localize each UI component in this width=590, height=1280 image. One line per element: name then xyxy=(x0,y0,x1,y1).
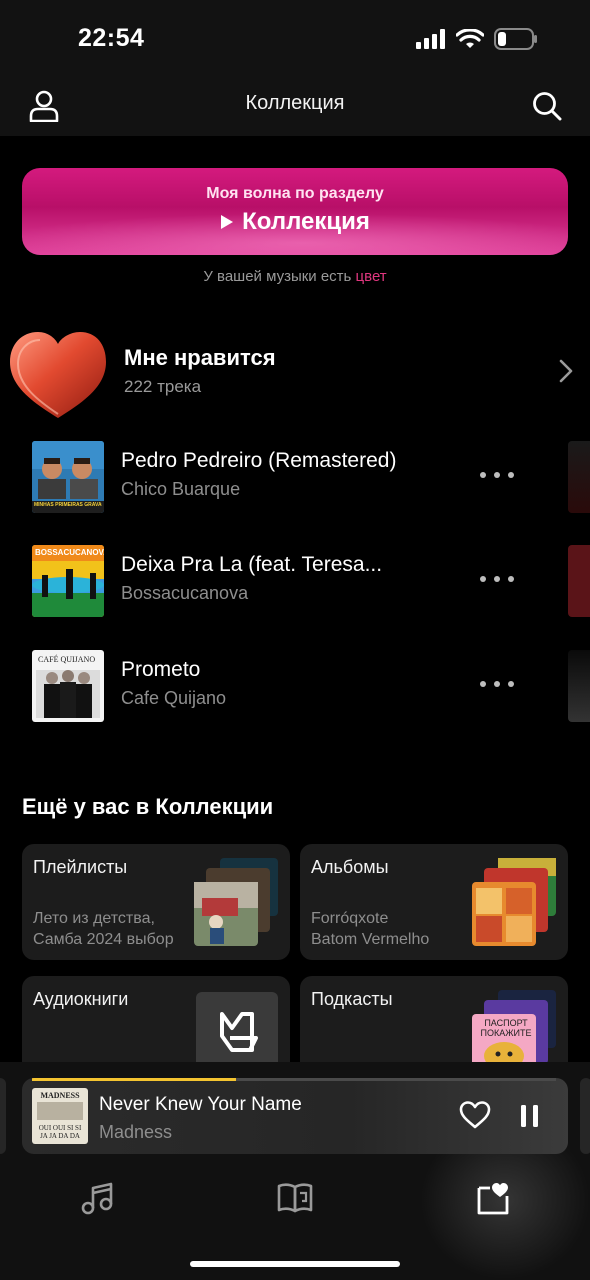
player-cover-text-2: OUI OUI SI SI JA JA DA DA xyxy=(38,1124,82,1140)
card-title: Плейлисты xyxy=(33,857,128,877)
pause-icon xyxy=(521,1105,538,1127)
track-row[interactable]: MINHAS PRIMEIRAS GRAVAÇÕES Pedro Pedreir… xyxy=(0,441,590,531)
previous-track-peek xyxy=(0,1078,6,1154)
track-more-button[interactable] xyxy=(480,465,514,485)
player-track-artist: Madness xyxy=(99,1122,173,1142)
more-dot xyxy=(494,472,500,478)
more-horizontal-icon xyxy=(480,681,486,687)
more-horizontal-icon xyxy=(480,472,486,478)
card-title: Подкасты xyxy=(311,989,393,1009)
track-artist: Bossacucanova xyxy=(121,583,249,603)
track-title: Deixa Pra La (feat. Teresa... xyxy=(121,553,383,576)
track-title: Pedro Pedreiro (Remastered) xyxy=(121,449,397,472)
heart-cover-art xyxy=(10,332,106,418)
heart-icon xyxy=(459,1101,491,1129)
cover-text: CAFÉ QUIJANO xyxy=(38,655,96,664)
hint-text: У вашей музыки есть xyxy=(203,268,352,285)
page-title: Коллекция xyxy=(245,92,345,114)
track-cover: CAFÉ QUIJANO xyxy=(32,650,104,722)
next-page-peek xyxy=(568,441,590,513)
next-track-peek xyxy=(580,1078,590,1154)
next-page-peek xyxy=(568,650,590,722)
signal-icon xyxy=(416,29,445,49)
cover-text: BOSSACUCANOVA xyxy=(35,548,104,557)
more-dot xyxy=(508,681,514,687)
track-title: Prometo xyxy=(121,658,201,681)
mini-player[interactable]: MADNESS OUI OUI SI SI JA JA DA DA Never … xyxy=(22,1078,568,1154)
playlists-cover-stack xyxy=(194,858,278,946)
wifi-icon xyxy=(456,28,484,48)
pause-button[interactable] xyxy=(516,1102,544,1130)
track-artist: Chico Buarque xyxy=(121,479,241,499)
track-row[interactable]: CAFÉ QUIJANO Prometo Cafe Quijano xyxy=(0,650,590,740)
more-dot xyxy=(494,681,500,687)
track-artist: Cafe Quijano xyxy=(121,688,227,708)
liked-tracks-row[interactable]: Мне нравится 222 трека xyxy=(0,320,590,420)
progress-fill xyxy=(32,1078,237,1081)
player-cover: MADNESS OUI OUI SI SI JA JA DA DA xyxy=(32,1088,88,1144)
home-indicator xyxy=(190,1261,400,1267)
track-more-button[interactable] xyxy=(480,674,514,694)
tab-collection[interactable] xyxy=(472,1176,516,1220)
more-horizontal-icon xyxy=(480,576,486,582)
music-note-icon xyxy=(81,1182,113,1215)
more-dot xyxy=(508,472,514,478)
status-bar: 22:54 xyxy=(0,0,590,80)
player-cover-photo xyxy=(37,1102,83,1120)
player-track-title: Never Knew Your Name xyxy=(99,1094,302,1115)
section-title: Ещё у вас в Коллекции xyxy=(22,794,274,819)
collection-heart-icon xyxy=(477,1183,509,1215)
search-button[interactable] xyxy=(527,86,567,126)
track-row[interactable]: BOSSACUCANOVA Deixa Pra La (feat. Teresa… xyxy=(0,545,590,635)
track-more-button[interactable] xyxy=(480,569,514,589)
wave-title: Коллекция xyxy=(242,208,370,235)
more-dot xyxy=(508,576,514,582)
playback-progress[interactable] xyxy=(32,1078,556,1081)
battery-icon xyxy=(494,28,537,50)
wave-title-row: Коллекция xyxy=(22,208,568,236)
liked-title: Мне нравится xyxy=(124,345,276,370)
music-color-hint: У вашей музыки есть цвет xyxy=(0,268,590,285)
chevron-right-icon xyxy=(559,359,573,383)
card-title: Альбомы xyxy=(311,857,389,877)
playlists-card[interactable]: Плейлисты Лето из детства, Самба 2024 вы… xyxy=(22,844,290,960)
podcast-cover-text: ПАСПОРТ ПОКАЖИТЕ xyxy=(480,1018,532,1038)
tab-music[interactable] xyxy=(74,1176,118,1220)
more-dot xyxy=(494,576,500,582)
hint-accent-link[interactable]: цвет xyxy=(356,268,387,285)
book-icon xyxy=(277,1183,313,1213)
card-title: Аудиокниги xyxy=(33,989,129,1009)
cover-text: MINHAS PRIMEIRAS GRAVAÇÕES xyxy=(34,502,102,508)
top-header: Коллекция xyxy=(0,80,590,136)
status-icons xyxy=(416,28,538,50)
track-cover: BOSSACUCANOVA xyxy=(32,545,104,617)
next-page-peek xyxy=(568,545,590,617)
albums-cover-stack xyxy=(472,858,556,946)
play-icon xyxy=(221,215,234,229)
tab-books[interactable] xyxy=(273,1176,317,1220)
track-cover: MINHAS PRIMEIRAS GRAVAÇÕES xyxy=(32,441,104,513)
like-button[interactable] xyxy=(458,1100,492,1132)
my-wave-banner[interactable]: Моя волна по разделу Коллекция xyxy=(22,168,568,255)
status-time: 22:54 xyxy=(78,24,145,52)
search-icon xyxy=(533,92,562,121)
liked-count: 222 трека xyxy=(124,377,202,396)
player-cover-text: MADNESS xyxy=(40,1091,80,1100)
albums-card[interactable]: Альбомы Forróqxote Batom Vermelho xyxy=(300,844,568,960)
wave-subtitle: Моя волна по разделу xyxy=(206,185,384,202)
